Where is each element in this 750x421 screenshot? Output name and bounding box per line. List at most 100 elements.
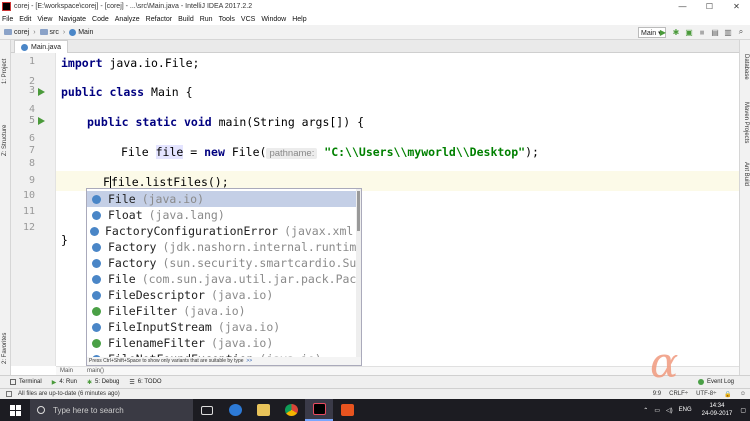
- debug-tool-button[interactable]: ✱ 5: Debug: [87, 379, 119, 386]
- run-icon[interactable]: ▶: [658, 26, 668, 38]
- class-icon: [90, 193, 102, 205]
- line-number: 8: [28, 158, 35, 169]
- menu-run[interactable]: Run: [200, 16, 213, 23]
- tool-windows-icon[interactable]: [6, 391, 12, 397]
- line-number: 10: [22, 190, 35, 201]
- debug-icon[interactable]: ✱: [671, 26, 681, 38]
- maven-tool-button[interactable]: Maven Projects: [743, 102, 749, 143]
- run-tool-button[interactable]: ▶ 4: Run: [52, 379, 77, 386]
- completion-item[interactable]: File (java.io): [87, 191, 357, 207]
- completion-item[interactable]: File (com.sun.java.util.jar.pack.Pac: [87, 271, 357, 287]
- sdk-icon[interactable]: ▥: [723, 26, 733, 38]
- terminal-icon: [10, 379, 16, 385]
- line-number: 12: [22, 222, 35, 233]
- window-title: corej - [E:\workspace\corej] - [corej] -…: [14, 3, 253, 10]
- run-main-gutter-icon[interactable]: [38, 117, 45, 125]
- taskbar-explorer[interactable]: [249, 399, 277, 421]
- completion-item[interactable]: FileFilter (java.io): [87, 303, 357, 319]
- completion-item[interactable]: FileInputStream (java.io): [87, 319, 357, 335]
- run-class-gutter-icon[interactable]: [38, 88, 45, 96]
- menu-build[interactable]: Build: [178, 16, 194, 23]
- completion-item[interactable]: Factory (jdk.nashorn.internal.runtim: [87, 239, 357, 255]
- taskbar-recorder[interactable]: [333, 399, 361, 421]
- code-line-7: File file = new File(pathname: "C:\\User…: [121, 145, 539, 159]
- todo-tool-button[interactable]: ☰ 6: TODO: [129, 379, 161, 386]
- completion-item[interactable]: FactoryConfigurationError (javax.xml.: [87, 223, 360, 239]
- menu-navigate[interactable]: Navigate: [58, 16, 86, 23]
- file-encoding[interactable]: UTF-8÷: [696, 391, 716, 398]
- taskbar-edge[interactable]: [221, 399, 249, 421]
- taskbar-chrome[interactable]: [277, 399, 305, 421]
- line-number: 4: [28, 104, 35, 115]
- completion-popup-footer: Press Ctrl+Shift+Space to show only vari…: [86, 357, 362, 366]
- code-line-5: public static void main(String args[]) {: [87, 115, 364, 129]
- editor-tabs: Main.java: [11, 40, 739, 53]
- hector-icon[interactable]: ☺: [740, 391, 746, 398]
- lock-icon[interactable]: 🔒: [724, 391, 731, 398]
- line-number: 1: [28, 56, 35, 67]
- breadcrumb-method[interactable]: main(): [87, 368, 104, 374]
- start-button[interactable]: [0, 399, 30, 421]
- breadcrumb-src[interactable]: src ›: [39, 29, 65, 36]
- structure-tool-button[interactable]: Z: Structure: [2, 125, 8, 156]
- project-tool-button[interactable]: 1: Project: [2, 59, 8, 84]
- line-number: 9: [28, 175, 35, 186]
- terminal-tool-button[interactable]: Terminal: [10, 379, 42, 385]
- menu-tools[interactable]: Tools: [219, 16, 235, 23]
- completion-item[interactable]: Float (java.lang): [87, 207, 357, 223]
- project-structure-icon[interactable]: ▤: [710, 26, 720, 38]
- menu-code[interactable]: Code: [92, 16, 109, 23]
- menu-view[interactable]: View: [37, 16, 52, 23]
- menu-file[interactable]: File: [2, 16, 13, 23]
- menu-refactor[interactable]: Refactor: [146, 16, 172, 23]
- line-separator[interactable]: CRLF÷: [669, 391, 688, 398]
- tab-main-java[interactable]: Main.java: [14, 40, 68, 53]
- breadcrumb-class[interactable]: Main: [60, 368, 73, 374]
- notifications-icon[interactable]: ▢: [740, 407, 746, 414]
- database-tool-button[interactable]: Database: [743, 54, 749, 80]
- network-icon[interactable]: ▭: [654, 407, 660, 414]
- event-log-button[interactable]: Event Log: [697, 375, 734, 388]
- clock[interactable]: 14:34 24-09-2017: [702, 402, 733, 418]
- menu-window[interactable]: Window: [261, 16, 286, 23]
- breadcrumb-project[interactable]: corej ›: [4, 29, 36, 36]
- completion-item[interactable]: FileDescriptor (java.io): [87, 287, 357, 303]
- stop-icon[interactable]: ■: [697, 26, 707, 38]
- editor-breadcrumb: Main main(): [56, 366, 739, 375]
- intellij-icon: [312, 403, 326, 415]
- file-variable: file: [155, 145, 184, 159]
- java-class-icon: [21, 43, 28, 51]
- maximize-button[interactable]: ☐: [696, 0, 723, 13]
- title-bar: corej - [E:\workspace\corej] - [corej] -…: [0, 0, 750, 13]
- caret-position[interactable]: 9:9: [653, 391, 661, 398]
- favorites-tool-button[interactable]: 2: Favorites: [2, 333, 8, 364]
- popup-scroll-thumb[interactable]: [357, 191, 360, 231]
- coverage-icon[interactable]: ▣: [684, 26, 694, 38]
- completion-item[interactable]: Factory (sun.security.smartcardio.Su: [87, 255, 357, 271]
- completion-item[interactable]: FilenameFilter (java.io): [87, 335, 357, 351]
- volume-icon[interactable]: ◁): [666, 407, 673, 414]
- taskbar-search-box[interactable]: Type here to search: [30, 399, 193, 421]
- class-icon: [90, 289, 102, 301]
- ant-build-tool-button[interactable]: Ant Build: [743, 162, 749, 186]
- todo-icon: ☰: [129, 379, 135, 386]
- task-view-button[interactable]: [193, 399, 221, 421]
- close-button[interactable]: ✕: [723, 0, 750, 13]
- popup-scrollbar[interactable]: [356, 189, 361, 359]
- menu-bar: File Edit View Navigate Code Analyze Ref…: [0, 13, 750, 25]
- menu-analyze[interactable]: Analyze: [115, 16, 140, 23]
- task-view-icon: [201, 405, 213, 415]
- menu-edit[interactable]: Edit: [19, 16, 31, 23]
- taskbar-intellij[interactable]: [305, 399, 333, 421]
- chevron-up-icon[interactable]: ⌃: [643, 407, 648, 414]
- breadcrumb-main[interactable]: Main: [69, 28, 93, 36]
- line-number: 5: [28, 115, 35, 126]
- minimize-button[interactable]: —: [669, 0, 696, 13]
- menu-help[interactable]: Help: [292, 16, 306, 23]
- footer-link[interactable]: >>: [246, 358, 252, 364]
- search-icon[interactable]: ⌕: [736, 26, 746, 38]
- language-indicator[interactable]: ENG: [679, 407, 692, 413]
- code-line-11: }: [61, 233, 68, 247]
- windows-taskbar: Type here to search: [0, 399, 750, 421]
- menu-vcs[interactable]: VCS: [241, 16, 255, 23]
